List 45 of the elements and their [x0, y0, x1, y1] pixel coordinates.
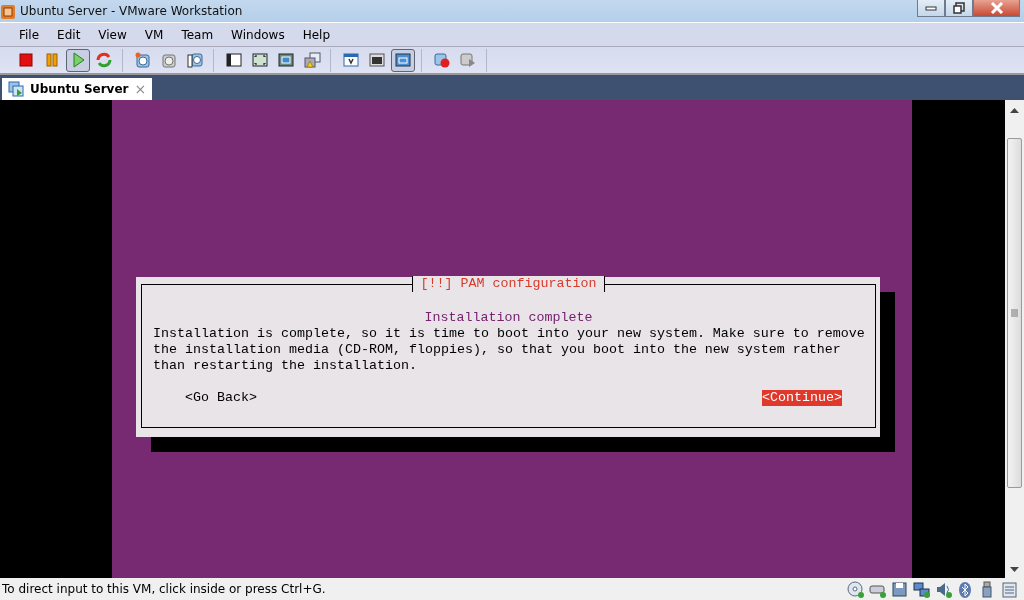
disc-icon[interactable]	[846, 580, 864, 598]
vertical-scrollbar[interactable]	[1005, 100, 1024, 578]
stop-icon	[17, 51, 35, 69]
scroll-down-icon[interactable]	[1010, 567, 1019, 572]
menu-item[interactable]: Windows	[222, 23, 294, 46]
scroll-up-icon[interactable]	[1010, 108, 1019, 113]
back-button[interactable]: <Go Back>	[185, 390, 257, 406]
menu-item[interactable]: Team	[172, 23, 223, 46]
scroll-thumb[interactable]	[1007, 138, 1022, 488]
pie-icon	[433, 51, 451, 69]
window-icon	[277, 51, 295, 69]
dialog-heading: Installation complete	[423, 310, 594, 326]
menu-item[interactable]: View	[89, 23, 136, 46]
menu-item[interactable]: VM	[135, 23, 173, 46]
pie-icon	[459, 51, 477, 69]
network-icon[interactable]	[912, 580, 930, 598]
floppy-icon[interactable]	[890, 580, 908, 598]
continue-button[interactable]: <Continue>	[762, 390, 842, 406]
status-text: To direct input to this VM, click inside or press Ctrl+G.	[2, 581, 326, 598]
restore-icon	[953, 2, 965, 14]
window-icon	[394, 51, 412, 69]
dialog-title: [!!] PAM configuration	[411, 276, 606, 292]
menu-item[interactable]: File	[10, 23, 49, 46]
speaker-icon[interactable]	[934, 580, 952, 598]
menu-item[interactable]: Edit	[48, 23, 90, 46]
dialog-message: Installation is complete, so it is time to boot into your new system. Make sure to remove the installation media (CD-ROM, floppies), so that you boot into the new system rather than restarting the installation.	[153, 326, 865, 374]
vm-icon	[8, 81, 24, 97]
close-button[interactable]	[973, 0, 1020, 17]
window-title: Ubuntu Server - VMware Workstation	[20, 3, 243, 20]
console-screen[interactable]	[112, 100, 912, 578]
minimize-icon	[925, 5, 937, 11]
pause-icon	[43, 51, 61, 69]
window-icon	[225, 51, 243, 69]
refresh-icon	[95, 51, 113, 69]
restore-button[interactable]	[945, 0, 973, 17]
window-icon	[251, 51, 269, 69]
close-icon	[989, 2, 1004, 14]
menu-item[interactable]: Help	[293, 23, 340, 46]
vm-tab[interactable]: Ubuntu Server ×	[2, 78, 153, 100]
minimize-button[interactable]	[917, 0, 945, 17]
window-icon	[368, 51, 386, 69]
close-tab-button[interactable]: ×	[134, 78, 147, 100]
app-icon	[0, 2, 16, 20]
bluetooth-icon[interactable]	[956, 580, 974, 598]
windows-icon	[303, 51, 321, 69]
